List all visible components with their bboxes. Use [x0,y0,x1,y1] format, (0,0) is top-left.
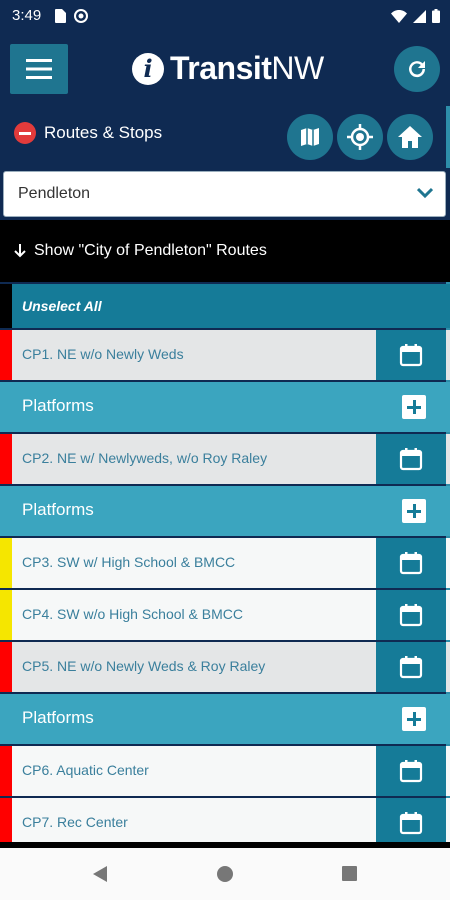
menu-button[interactable] [10,44,68,94]
app-logo: i TransitNW [132,50,324,87]
city-select-value: Pendleton [18,185,91,202]
platforms-label: Platforms [22,708,94,727]
calendar-icon [399,604,423,627]
route-color-bar [0,590,12,640]
route-color-bar [0,434,12,484]
system-nav-bar [0,848,450,900]
home-button[interactable] [387,114,433,160]
route-color-bar [0,538,12,588]
route-list: CP1. NE w/o Newly Weds Platforms CP2. NE w… [0,330,450,850]
route-label: CP5. NE w/o Newly Weds & Roy Raley [22,658,266,674]
show-routes-label: Show "City of Pendleton" Routes [34,242,267,259]
battery-icon [432,9,440,23]
collapse-minus-icon [14,122,36,144]
sim-card-icon [55,9,66,23]
map-button[interactable] [287,114,333,160]
calendar-icon [399,344,423,367]
status-time: 3:49 [12,7,42,24]
show-routes-button[interactable]: Show "City of Pendleton" Routes [0,220,450,282]
route-label: CP3. SW w/ High School & BMCC [22,554,236,570]
calendar-icon [399,656,423,679]
home-icon [398,126,422,148]
calendar-icon [399,812,423,835]
recent-apps-icon[interactable] [342,866,357,881]
plus-icon[interactable] [402,395,426,419]
signal-icon [413,9,426,23]
status-bar: 3:49 [0,0,450,32]
route-label: CP4. SW w/o High School & BMCC [22,606,243,622]
route-color-bar [0,642,12,692]
crosshair-location-icon [347,124,373,150]
schedule-button[interactable] [376,798,446,848]
route-row[interactable]: CP6. Aquatic Center [0,746,450,796]
route-row[interactable]: CP2. NE w/ Newlyweds, w/o Roy Raley [0,434,450,484]
home-circle-icon[interactable] [217,866,233,882]
route-label: CP2. NE w/ Newlyweds, w/o Roy Raley [22,450,268,466]
calendar-icon [399,760,423,783]
platforms-row[interactable]: Platforms [0,486,450,536]
route-row[interactable]: CP1. NE w/o Newly Weds [0,330,450,380]
chevron-down-icon [417,187,433,199]
logo-text-bold: Transit [170,50,272,86]
back-icon[interactable] [92,865,108,883]
route-label: CP6. Aquatic Center [22,762,149,778]
route-color-bar [0,746,12,796]
platforms-label: Platforms [22,396,94,415]
platforms-label: Platforms [22,500,94,519]
route-label: CP1. NE w/o Newly Weds [22,346,184,362]
routes-stops-toggle[interactable]: Routes & Stops [14,122,162,144]
locate-button[interactable] [337,114,383,160]
sync-status-icon [74,9,88,23]
hamburger-icon [26,59,52,79]
wifi-icon [391,9,407,23]
route-color-bar [0,330,12,380]
refresh-icon [409,61,426,78]
route-row[interactable]: CP5. NE w/o Newly Weds & Roy Raley [0,642,450,692]
schedule-button[interactable] [376,538,446,588]
schedule-button[interactable] [376,330,446,380]
route-row[interactable]: CP3. SW w/ High School & BMCC [0,538,450,588]
platforms-row[interactable]: Platforms [0,382,450,432]
city-select[interactable]: Pendleton [3,171,446,217]
schedule-button[interactable] [376,642,446,692]
logo-text-light: NW [271,50,324,86]
route-row[interactable]: CP4. SW w/o High School & BMCC [0,590,450,640]
refresh-button[interactable] [394,46,440,92]
schedule-button[interactable] [376,434,446,484]
calendar-icon [399,552,423,575]
arrow-down-icon [14,244,26,258]
routes-toolbar: Routes & Stops [0,106,450,168]
plus-icon[interactable] [402,499,426,523]
unselect-color-bar [0,284,12,328]
search-wrap: Pendleton [0,168,450,220]
schedule-button[interactable] [376,590,446,640]
unselect-all-button[interactable]: Unselect All [0,284,450,328]
unselect-all-label: Unselect All [22,298,102,314]
info-logo-icon: i [132,52,164,85]
app-header: i TransitNW [0,32,450,106]
route-color-bar [0,798,12,848]
calendar-icon [399,448,423,471]
schedule-button[interactable] [376,746,446,796]
route-label: CP7. Rec Center [22,814,128,830]
platforms-row[interactable]: Platforms [0,694,450,744]
route-row[interactable]: CP7. Rec Center [0,798,450,848]
map-icon [301,128,319,146]
section-title: Routes & Stops [44,123,163,142]
plus-icon[interactable] [402,707,426,731]
